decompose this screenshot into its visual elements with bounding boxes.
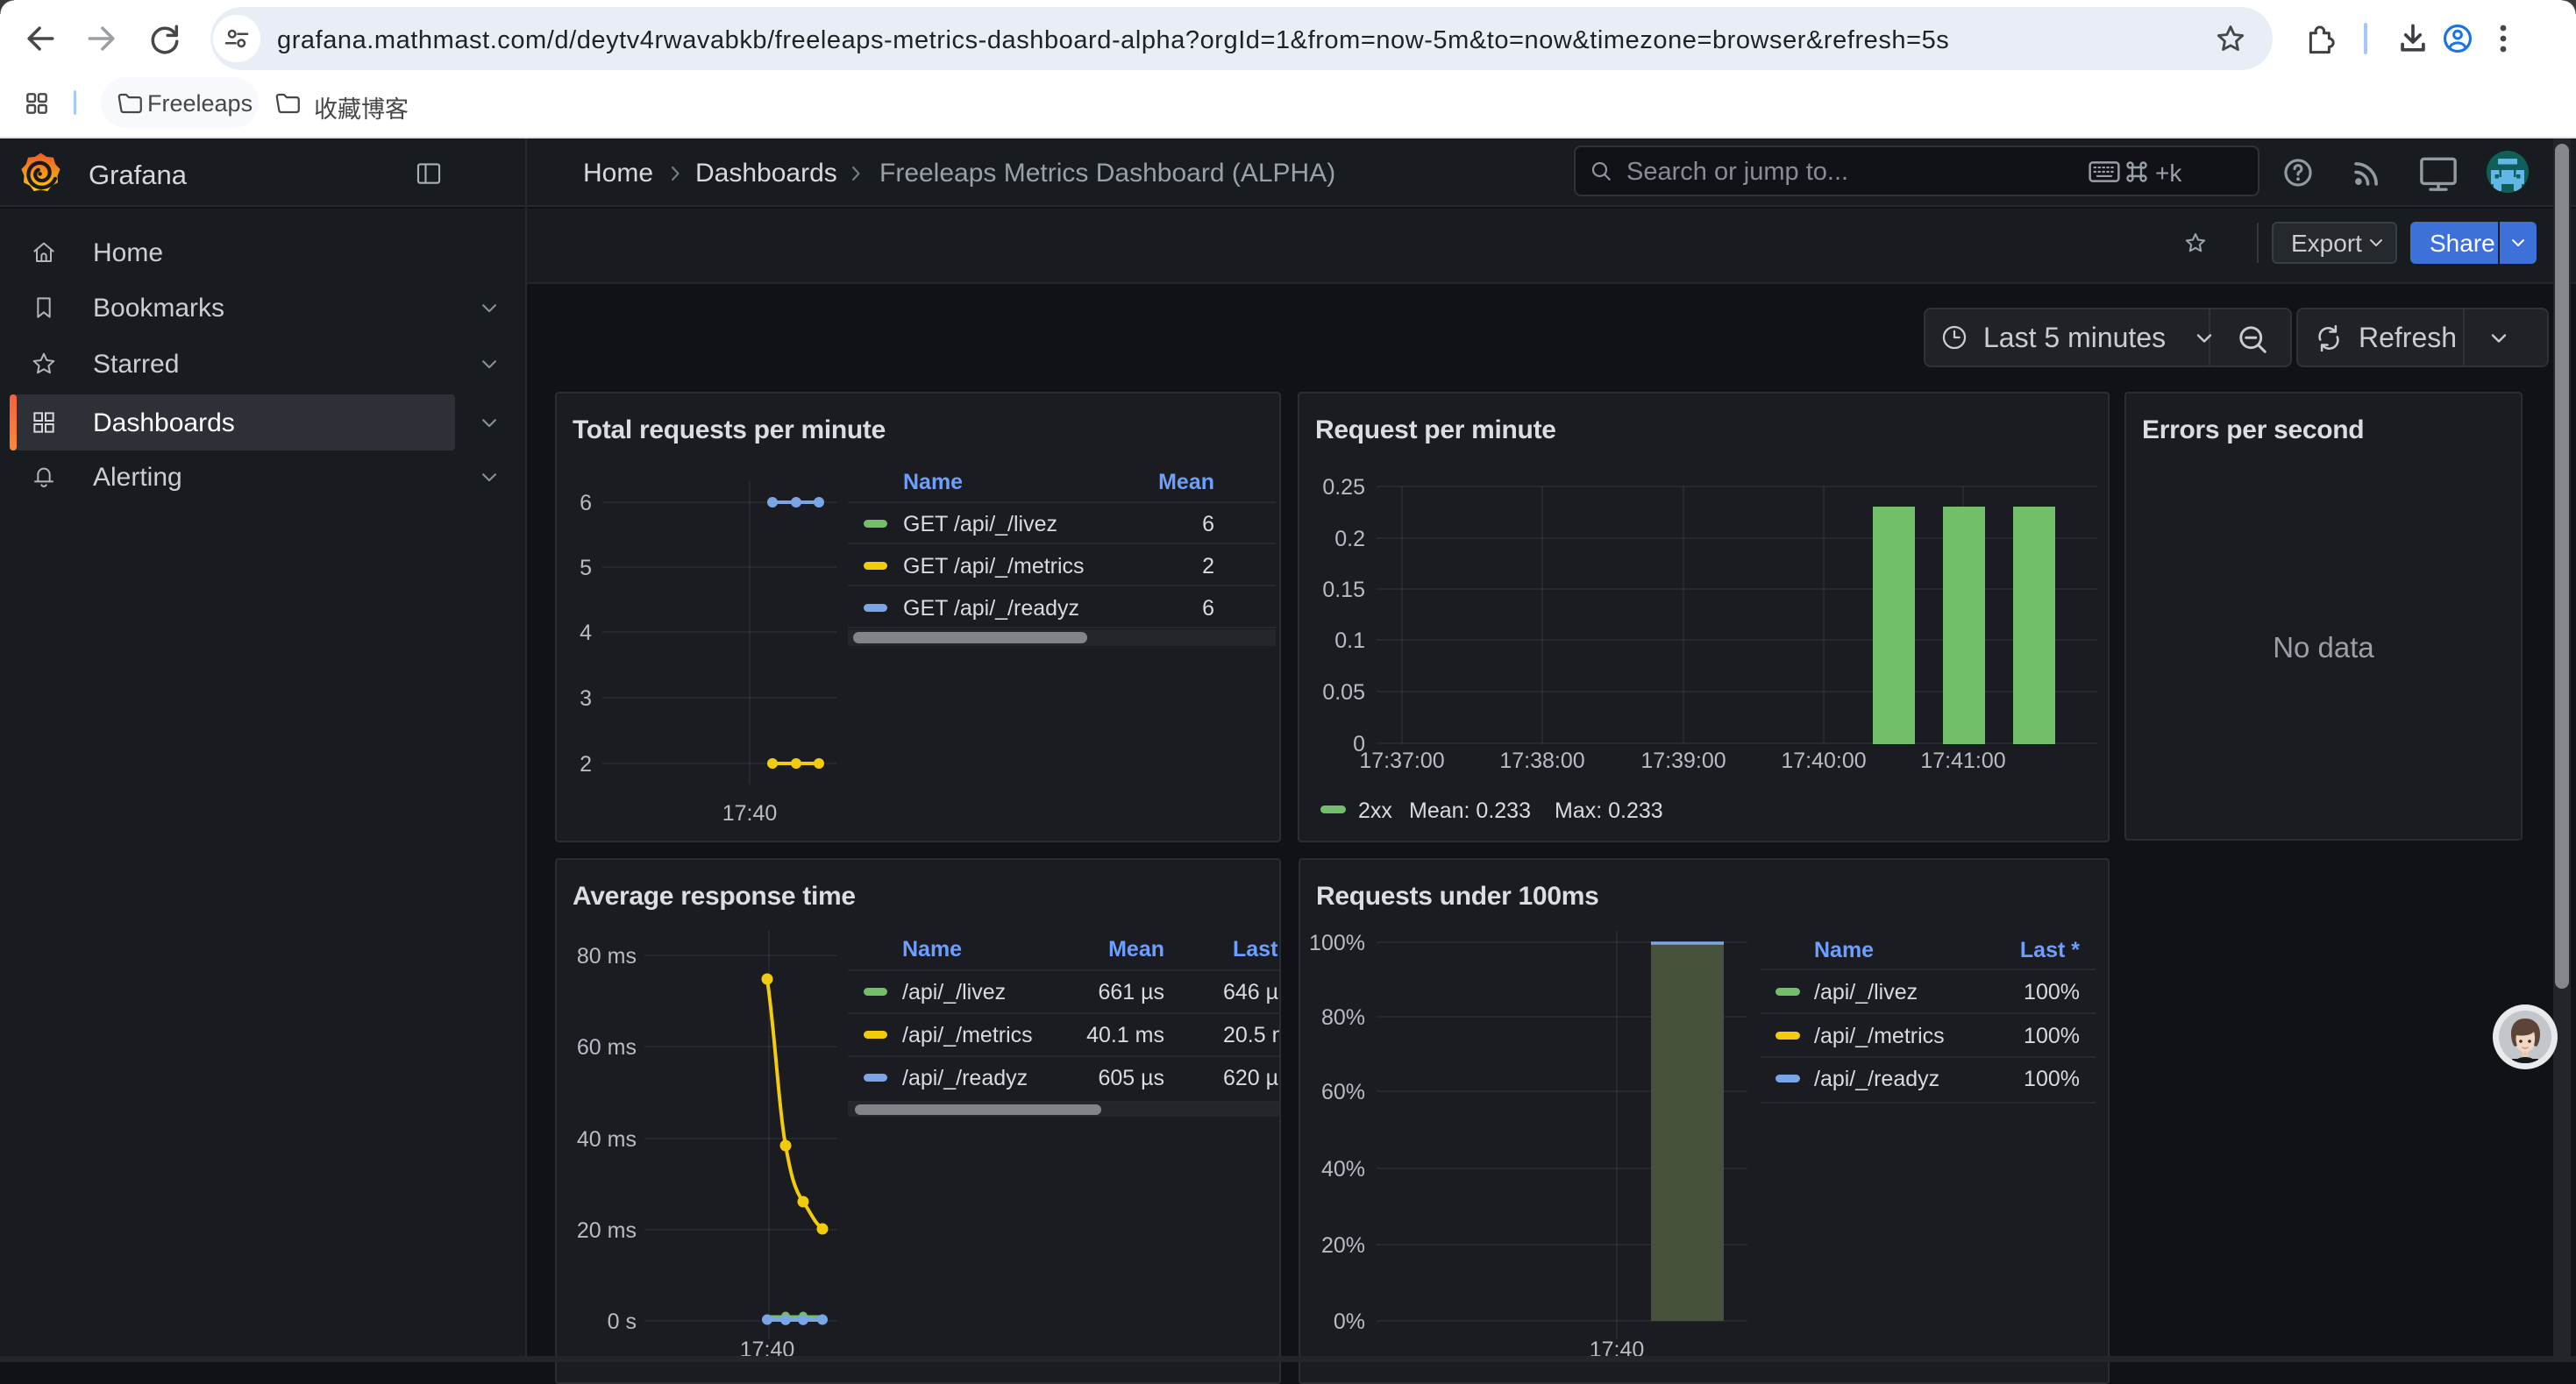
svg-text:100%: 100% [2024,980,2080,1004]
svg-text:20 ms: 20 ms [577,1218,637,1243]
svg-text:100%: 100% [2024,1067,2080,1091]
svg-text:80 ms: 80 ms [577,944,637,969]
svg-text:0%: 0% [1334,1309,1365,1334]
svg-text:/api/_/readyz: /api/_/readyz [902,1066,1028,1090]
svg-text:/api/_/metrics: /api/_/metrics [902,1023,1033,1047]
svg-text:/api/_/metrics: /api/_/metrics [1814,1024,1945,1048]
svg-text:20.5 ms: 20.5 ms [1223,1023,1301,1047]
svg-text:60 ms: 60 ms [577,1035,637,1060]
svg-text:60%: 60% [1321,1080,1365,1104]
svg-text:100%: 100% [1309,931,1365,955]
svg-text:20%: 20% [1321,1233,1365,1258]
svg-text:Last *: Last * [1233,937,1292,962]
svg-text:620 µs: 620 µs [1223,1066,1290,1090]
svg-text:605 µs: 605 µs [1098,1066,1164,1090]
svg-text:Name: Name [1814,938,1874,962]
svg-text:Mean: Mean [1108,937,1164,962]
svg-text:Last *: Last * [2020,938,2080,962]
svg-text:Name: Name [902,937,962,962]
svg-text:/api/_/readyz: /api/_/readyz [1814,1067,1939,1091]
svg-text:/api/_/livez: /api/_/livez [902,980,1006,1004]
svg-text:661 µs: 661 µs [1098,980,1164,1004]
svg-text:40%: 40% [1321,1157,1365,1182]
svg-text:40.1 ms: 40.1 ms [1086,1023,1164,1047]
svg-text:40 ms: 40 ms [577,1127,637,1152]
svg-text:646 µs: 646 µs [1223,980,1290,1004]
svg-text:0 s: 0 s [608,1309,637,1334]
svg-text:100%: 100% [2024,1024,2080,1048]
svg-text:80%: 80% [1321,1005,1365,1030]
svg-text:/api/_/livez: /api/_/livez [1814,980,1918,1004]
